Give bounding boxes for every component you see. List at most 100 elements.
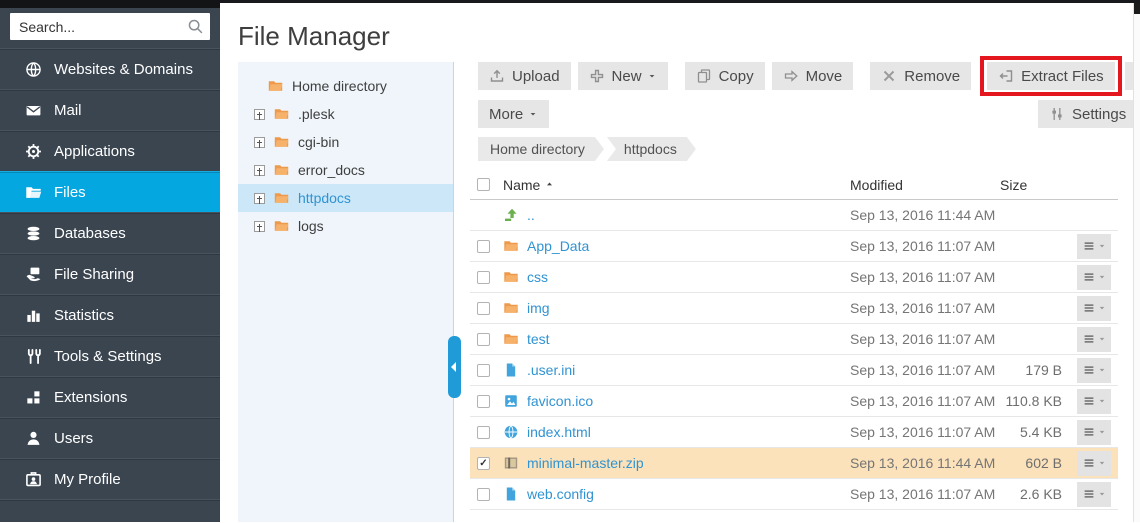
sidebar-item-extensions[interactable]: Extensions [0, 376, 220, 417]
expand-icon[interactable] [254, 221, 265, 232]
row-checkbox[interactable] [477, 364, 490, 377]
table-row-test: test Sep 13, 2016 11:07 AM [470, 324, 1118, 355]
row-menu-button[interactable] [1077, 234, 1111, 259]
row-checkbox[interactable] [477, 302, 490, 315]
gear-icon [24, 143, 42, 160]
sidebar-item-files[interactable]: Files [0, 171, 220, 212]
sidebar-item-statistics[interactable]: Statistics [0, 294, 220, 335]
column-header-modified[interactable]: Modified [850, 177, 1000, 193]
row-menu-button[interactable] [1077, 296, 1111, 321]
file-link[interactable]: favicon.ico [527, 393, 593, 409]
breadcrumb-item-home-directory[interactable]: Home directory [478, 137, 604, 161]
settings-button[interactable]: Settings [1038, 100, 1137, 128]
sidebar-item-websites-domains[interactable]: Websites & Domains [0, 48, 220, 89]
folder-open-icon [24, 184, 42, 201]
html-file-icon [503, 424, 519, 440]
tree-item-error-docs[interactable]: error_docs [238, 156, 453, 184]
table-row-img: imgSep 13, 2016 11:07 AM [470, 293, 1118, 324]
sidebar-item-file-sharing[interactable]: File Sharing [0, 253, 220, 294]
sidebar-item-label: Extensions [54, 389, 127, 406]
copy-button[interactable]: Copy [685, 62, 765, 90]
remove-button[interactable]: Remove [870, 62, 971, 90]
file-link[interactable]: .. [527, 207, 535, 223]
extensions-icon [24, 389, 42, 406]
folder-icon [266, 78, 285, 94]
file-size: 110.8 KB [1000, 393, 1070, 409]
row-menu-button[interactable] [1077, 451, 1111, 476]
file-link[interactable]: .user.ini [527, 362, 575, 378]
row-menu-button[interactable] [1077, 420, 1111, 445]
column-header-size[interactable]: Size [1000, 177, 1070, 193]
select-all-checkbox[interactable] [477, 178, 490, 191]
tree-item-label: .plesk [298, 106, 335, 122]
folder-icon [503, 331, 519, 347]
chevron-down-icon [1098, 397, 1106, 405]
row-checkbox[interactable] [477, 333, 490, 346]
row-checkbox-checked[interactable]: ✓ [477, 457, 490, 470]
file-link[interactable]: css [527, 269, 548, 285]
file-icon [503, 486, 519, 502]
sidebar-item-applications[interactable]: Applications [0, 130, 220, 171]
scrollbar[interactable] [1133, 3, 1140, 522]
folder-icon [503, 300, 519, 316]
tree-item-plesk[interactable]: .plesk [238, 100, 453, 128]
chevron-down-icon [1098, 273, 1106, 281]
scrollbar-thumb[interactable] [1134, 3, 1140, 14]
expand-icon[interactable] [254, 193, 265, 204]
row-checkbox[interactable] [477, 488, 490, 501]
row-checkbox[interactable] [477, 271, 490, 284]
tree-item-httpdocs[interactable]: httpdocs [238, 184, 453, 212]
tree-item-cgi-bin[interactable]: cgi-bin [238, 128, 453, 156]
move-button[interactable]: Move [772, 62, 854, 90]
modified-date: Sep 13, 2016 11:07 AM [850, 331, 1000, 347]
row-menu-button[interactable] [1077, 482, 1111, 507]
upload-icon [489, 68, 505, 84]
expand-icon[interactable] [254, 109, 265, 120]
tree-item-logs[interactable]: logs [238, 212, 453, 240]
sidebar-item-databases[interactable]: Databases [0, 212, 220, 253]
modified-date: Sep 13, 2016 11:07 AM [850, 393, 1000, 409]
row-checkbox[interactable] [477, 426, 490, 439]
file-link[interactable]: App_Data [527, 238, 589, 254]
file-table-header: Name Modified Size [470, 170, 1118, 200]
row-menu-button[interactable] [1077, 327, 1111, 352]
menu-icon [1082, 456, 1096, 470]
file-link[interactable]: index.html [527, 424, 591, 440]
breadcrumb-item-httpdocs[interactable]: httpdocs [607, 137, 696, 161]
expand-icon[interactable] [254, 165, 265, 176]
sidebar-item-users[interactable]: Users [0, 417, 220, 458]
menu-icon [1082, 394, 1096, 408]
expand-icon[interactable] [254, 137, 265, 148]
chevron-down-icon [1098, 428, 1106, 436]
file-link[interactable]: minimal-master.zip [527, 455, 644, 471]
modified-date: Sep 13, 2016 11:07 AM [850, 238, 1000, 254]
modified-date: Sep 13, 2016 11:07 AM [850, 362, 1000, 378]
sidebar-item-label: Tools & Settings [54, 348, 162, 365]
sidebar-item-my-profile[interactable]: My Profile [0, 458, 220, 499]
tree-item-home-directory[interactable]: Home directory [238, 72, 453, 100]
sidebar-item-tools-settings[interactable]: Tools & Settings [0, 335, 220, 376]
upload-button[interactable]: Upload [478, 62, 571, 90]
file-table: Name Modified Size ..Sep 13, 2016 11:44 … [470, 170, 1118, 510]
extract-files-button[interactable]: Extract Files [987, 62, 1115, 90]
search-input[interactable] [10, 13, 210, 40]
menu-icon [1082, 332, 1096, 346]
file-link[interactable]: img [527, 300, 550, 316]
file-link[interactable]: web.config [527, 486, 594, 502]
row-menu-button[interactable] [1077, 358, 1111, 383]
row-checkbox[interactable] [477, 395, 490, 408]
tree-collapse-handle[interactable] [448, 336, 461, 398]
sidebar-item-label: Databases [54, 225, 126, 242]
sidebar-item-mail[interactable]: Mail [0, 89, 220, 130]
menu-icon [1082, 363, 1096, 377]
column-header-name[interactable]: Name [503, 177, 850, 193]
row-menu-button[interactable] [1077, 265, 1111, 290]
folder-icon [272, 218, 291, 234]
file-link[interactable]: test [527, 331, 550, 347]
row-checkbox[interactable] [477, 240, 490, 253]
row-menu-button[interactable] [1077, 389, 1111, 414]
new-button[interactable]: New [578, 62, 668, 90]
more-button[interactable]: More [478, 100, 549, 128]
copy-icon [696, 68, 712, 84]
sidebar-item-label: Users [54, 430, 93, 447]
